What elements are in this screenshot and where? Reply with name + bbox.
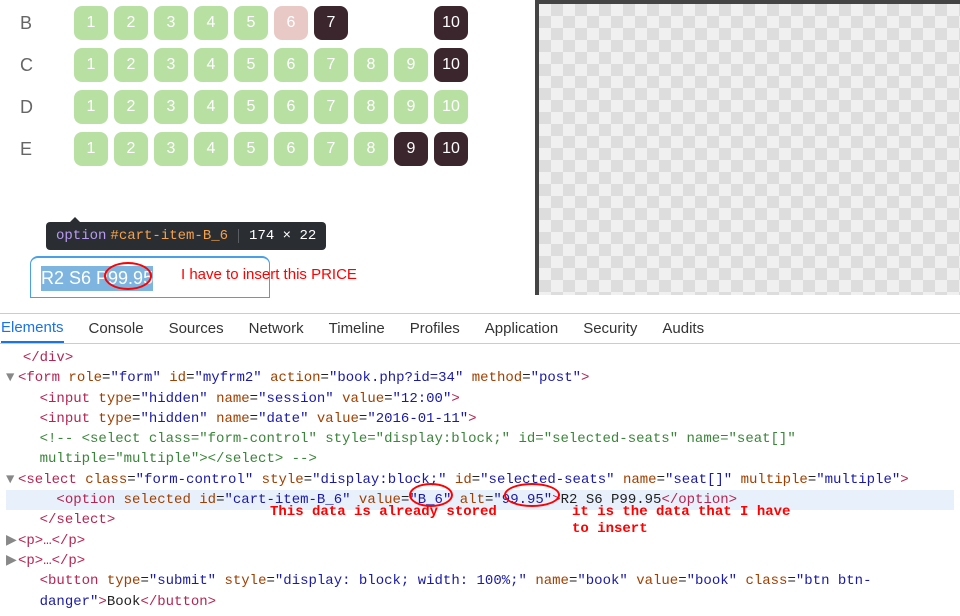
seat[interactable]: 2 xyxy=(114,90,148,124)
seat[interactable]: 7 xyxy=(314,90,348,124)
seat[interactable]: 4 xyxy=(194,6,228,40)
seat[interactable]: 3 xyxy=(154,132,188,166)
tooltip-dimensions: 174 × 22 xyxy=(249,228,316,244)
seat[interactable]: 9 xyxy=(394,48,428,82)
seat[interactable]: 7 xyxy=(314,48,348,82)
row-label: B xyxy=(20,13,74,34)
seat[interactable]: 10 xyxy=(434,48,468,82)
annotation-data-insert2: to insert xyxy=(572,519,648,539)
seat[interactable]: 8 xyxy=(354,90,388,124)
seat[interactable]: 1 xyxy=(74,132,108,166)
seat[interactable]: 3 xyxy=(154,90,188,124)
seat[interactable]: 6 xyxy=(274,90,308,124)
seat[interactable]: 10 xyxy=(434,6,468,40)
seat[interactable]: 6 xyxy=(274,6,308,40)
option-text: R2 S6 P99.95 xyxy=(41,266,153,291)
seat[interactable]: 5 xyxy=(234,90,268,124)
row-label: C xyxy=(20,55,74,76)
tab-timeline[interactable]: Timeline xyxy=(329,315,385,342)
seat[interactable]: 3 xyxy=(154,48,188,82)
tooltip-tag: option xyxy=(56,228,106,244)
seat[interactable]: 8 xyxy=(354,48,388,82)
tab-security[interactable]: Security xyxy=(583,315,637,342)
seat[interactable]: 1 xyxy=(74,48,108,82)
tab-profiles[interactable]: Profiles xyxy=(410,315,460,342)
tooltip-selector: #cart-item-B_6 xyxy=(110,228,228,244)
code-token: </div> xyxy=(23,350,73,366)
seat[interactable]: 6 xyxy=(274,132,308,166)
annotation-insert-price: I have to insert this PRICE xyxy=(181,266,357,283)
devtools-tabs: Elements Console Sources Network Timeline Pro… xyxy=(0,314,960,344)
elements-code[interactable]: </div> ▼<form role="form" id="myfrm2" ac… xyxy=(0,344,960,616)
seat[interactable]: 5 xyxy=(234,6,268,40)
annotation-already-stored: This data is already stored xyxy=(270,502,497,522)
seat[interactable]: 1 xyxy=(74,6,108,40)
seat[interactable]: 5 xyxy=(234,132,268,166)
tab-elements[interactable]: Elements xyxy=(1,314,64,343)
seat[interactable]: 3 xyxy=(154,6,188,40)
seat[interactable]: 7 xyxy=(314,6,348,40)
seat[interactable]: 4 xyxy=(194,132,228,166)
seat[interactable]: 10 xyxy=(434,90,468,124)
seat[interactable]: 7 xyxy=(314,132,348,166)
tab-application[interactable]: Application xyxy=(485,315,558,342)
tab-console[interactable]: Console xyxy=(89,315,144,342)
tab-audits[interactable]: Audits xyxy=(662,315,704,342)
seat[interactable]: 2 xyxy=(114,48,148,82)
preview-checker xyxy=(535,0,960,295)
row-label: D xyxy=(20,97,74,118)
tab-network[interactable]: Network xyxy=(249,315,304,342)
seat[interactable]: 6 xyxy=(274,48,308,82)
seat[interactable]: 1 xyxy=(74,90,108,124)
seat[interactable]: 4 xyxy=(194,90,228,124)
seat[interactable]: 4 xyxy=(194,48,228,82)
tab-sources[interactable]: Sources xyxy=(169,315,224,342)
devtools-panel: Elements Console Sources Network Timeline Pro… xyxy=(0,313,960,594)
seat[interactable]: 8 xyxy=(354,132,388,166)
seat[interactable]: 9 xyxy=(394,90,428,124)
seat[interactable]: 9 xyxy=(394,132,428,166)
seat[interactable]: 2 xyxy=(114,132,148,166)
seat[interactable]: 5 xyxy=(234,48,268,82)
element-tooltip: option#cart-item-B_6 174 × 22 xyxy=(46,222,326,250)
seat[interactable]: 10 xyxy=(434,132,468,166)
row-label: E xyxy=(20,139,74,160)
seat[interactable]: 2 xyxy=(114,6,148,40)
